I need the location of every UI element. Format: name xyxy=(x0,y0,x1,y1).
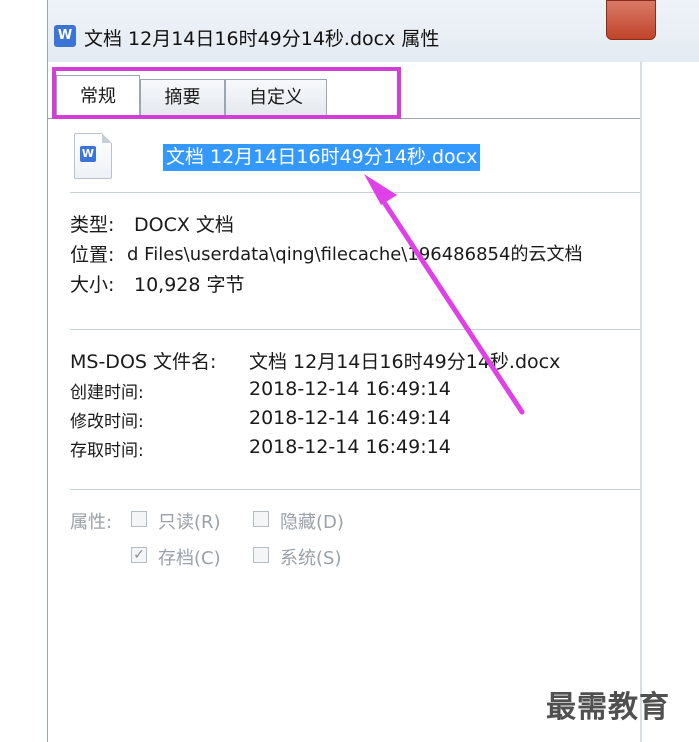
watermark-text: 最需教育 xyxy=(546,690,670,725)
annotation-arrow-icon xyxy=(364,174,525,415)
